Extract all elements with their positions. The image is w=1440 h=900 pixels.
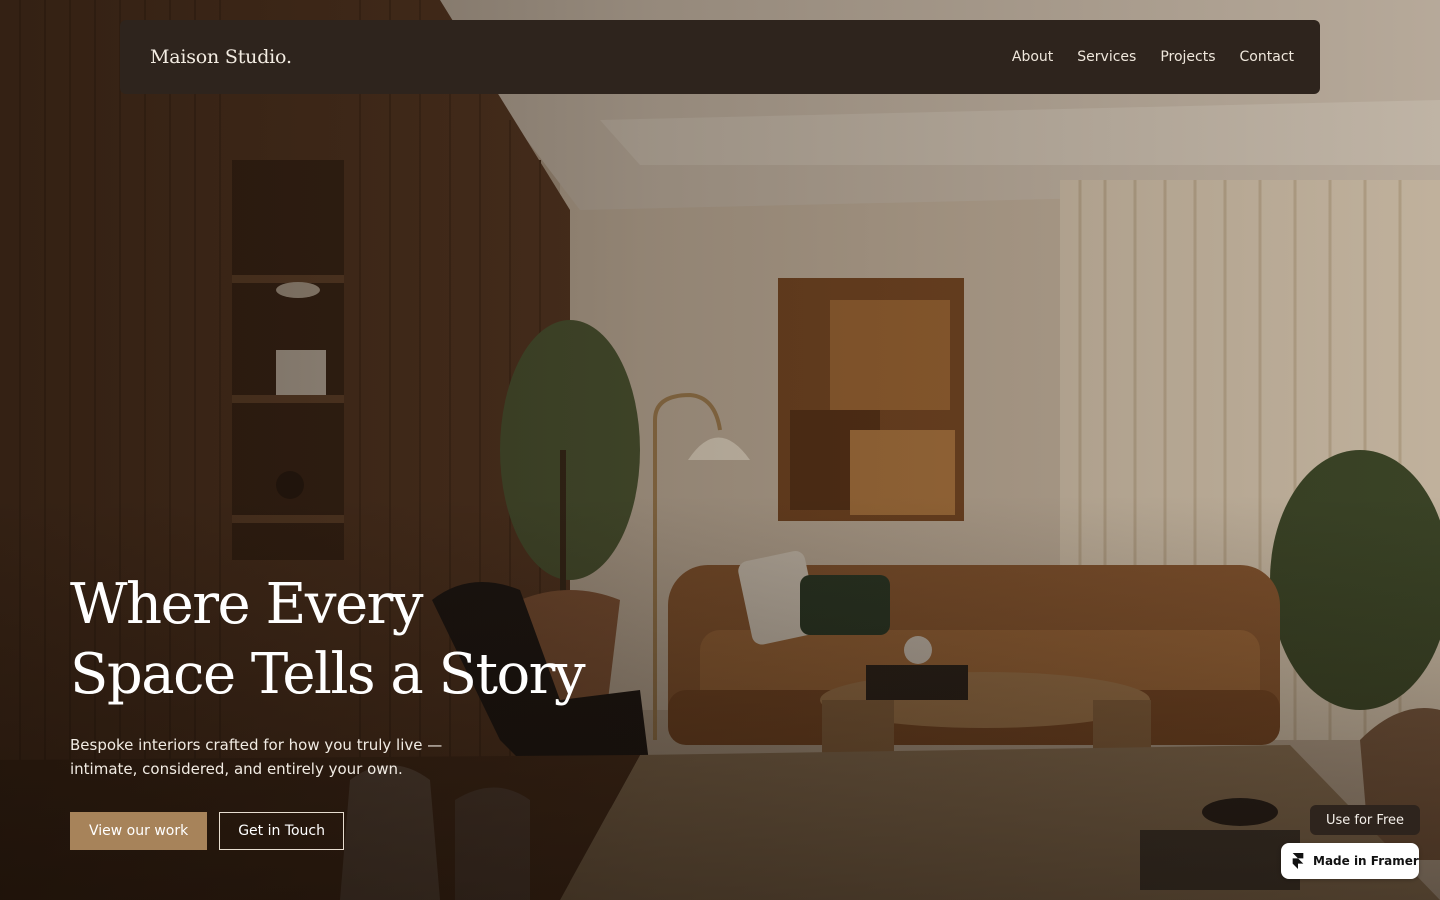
navbar: Maison Studio. About Services Projects C… [120,20,1320,94]
use-for-free-badge[interactable]: Use for Free [1310,805,1420,835]
nav-link-projects[interactable]: Projects [1160,49,1215,65]
framer-logo-icon [1292,853,1304,869]
site-logo[interactable]: Maison Studio. [150,46,292,68]
hero-headline-line-1: Where Every [70,572,424,637]
nav-link-about[interactable]: About [1012,49,1053,65]
nav-link-services[interactable]: Services [1077,49,1136,65]
made-in-framer-badge[interactable]: Made in Framer [1281,843,1419,879]
hero-subtitle-line-1: Bespoke interiors crafted for how you tr… [70,736,443,754]
nav-link-contact[interactable]: Contact [1240,49,1294,65]
hero-subtitle: Bespoke interiors crafted for how you tr… [70,733,450,781]
hero-subtitle-line-2: intimate, considered, and entirely your … [70,760,403,778]
hero-cta-group: View our work Get in Touch [70,812,344,850]
hero-section: Maison Studio. About Services Projects C… [0,0,1440,900]
get-in-touch-button[interactable]: Get in Touch [219,812,344,850]
nav-links: About Services Projects Contact [1012,49,1294,65]
view-our-work-button[interactable]: View our work [70,812,208,850]
hero-headline-line-2: Space Tells a Story [70,642,586,707]
hero-headline: Where Every Space Tells a Story [70,570,586,710]
made-in-framer-label: Made in Framer [1313,854,1419,868]
